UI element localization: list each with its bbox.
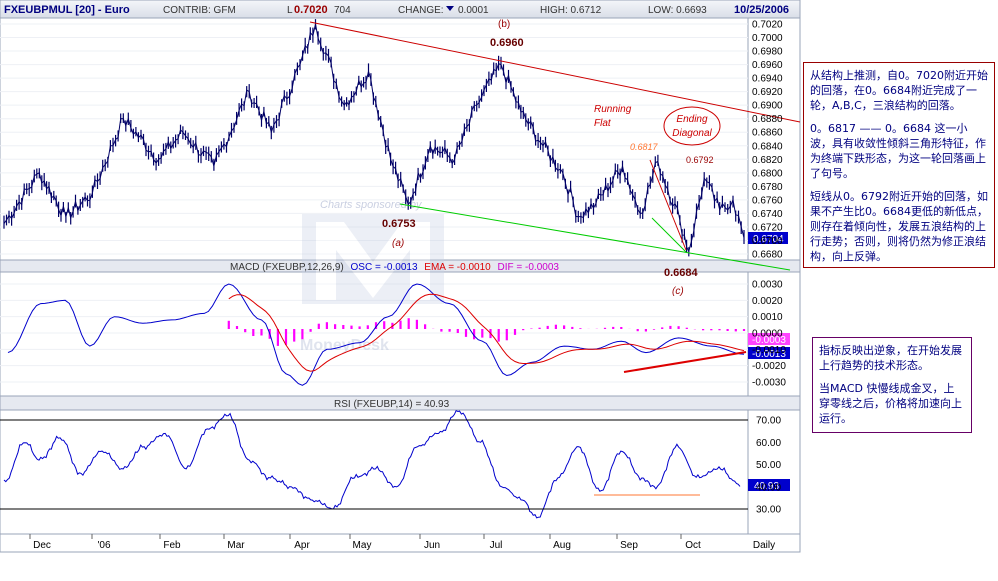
macd-ema: EMA = -0.0010 bbox=[424, 262, 491, 273]
macd-tick-label: -0.0010 bbox=[752, 345, 786, 356]
note1-para1: 从结构上推测，自0。7020附近开始的回落，在0。6684附近完成了一轮，A,B… bbox=[810, 69, 988, 112]
x-tick-label: Jul bbox=[490, 540, 503, 551]
macd-tick-label: 0.0030 bbox=[752, 280, 783, 291]
x-axis-bar bbox=[0, 533, 801, 553]
label-line: Running bbox=[594, 104, 632, 115]
label-c: (c) bbox=[672, 286, 684, 297]
price-tick-label: 0.7020 bbox=[752, 20, 783, 31]
macd-tick-label: -0.0020 bbox=[752, 361, 786, 372]
value-b: 0.6960 bbox=[490, 37, 524, 49]
price-tick-label: 0.6740 bbox=[752, 209, 783, 220]
price-tick-label: 0.6780 bbox=[752, 182, 783, 193]
x-tick-label: Aug bbox=[553, 540, 571, 551]
rsi-panel bbox=[0, 409, 801, 535]
change-value: 0.0001 bbox=[458, 5, 489, 16]
rsi-tick-label: 50.00 bbox=[756, 460, 781, 471]
x-tick-label: Jun bbox=[424, 540, 440, 551]
x-tick-label: Apr bbox=[294, 540, 310, 551]
price-tick-label: 0.6720 bbox=[752, 222, 783, 233]
price-tick-label: 0.7000 bbox=[752, 33, 783, 44]
label-line: Diagonal bbox=[672, 128, 712, 139]
price-tick-label: 0.6820 bbox=[752, 155, 783, 166]
high-label: HIGH: 0.6712 bbox=[540, 5, 602, 16]
macd-title: MACD (FXEUBP,12,26,9) OSC = -0.0013 EMA … bbox=[230, 262, 559, 273]
label-b: (b) bbox=[498, 19, 510, 30]
price-tick-label: 0.6840 bbox=[752, 141, 783, 152]
x-tick-label: Feb bbox=[163, 540, 181, 551]
price-tick-label: 0.6980 bbox=[752, 47, 783, 58]
note2-para1: 指标反映出逆象，在开始发展上行趋势的技术形态。 bbox=[819, 344, 962, 372]
note2-para2: 当MACD 快慢线成金叉，上穿零线之后，价格将加速向上运行。 bbox=[819, 382, 962, 425]
label-line: Flat bbox=[594, 118, 612, 129]
symbol-title: FXEUBPMUL [20] - Euro bbox=[4, 4, 130, 16]
price-tick-label: 0.6860 bbox=[752, 128, 783, 139]
x-tick-label: '06 bbox=[97, 540, 110, 551]
rsi-tick-label: 70.00 bbox=[756, 416, 781, 427]
price-tick-label: 0.6700 bbox=[752, 236, 783, 247]
label-line: Ending bbox=[676, 114, 708, 125]
price-tick-label: 0.6940 bbox=[752, 74, 783, 85]
macd-title-name: MACD (FXEUBP,12,26,9) bbox=[230, 262, 344, 273]
label-a: (a) bbox=[392, 238, 404, 249]
price-tick-label: 0.6920 bbox=[752, 87, 783, 98]
x-tick-label: Dec bbox=[33, 540, 51, 551]
macd-tick-label: 0.0000 bbox=[752, 329, 783, 340]
rsi-title: RSI (FXEUBP,14) = 40.93 bbox=[334, 399, 450, 410]
macd-osc: OSC = -0.0013 bbox=[351, 262, 418, 273]
price-tick-label: 0.6760 bbox=[752, 195, 783, 206]
price-tick-label: 0.6960 bbox=[752, 60, 783, 71]
rsi-tick-label: 40.00 bbox=[756, 482, 781, 493]
macd-tick-label: -0.0030 bbox=[752, 378, 786, 389]
price-tick-label: 0.6680 bbox=[752, 250, 783, 261]
macd-tick-label: 0.0010 bbox=[752, 312, 783, 323]
header-date: 10/25/2006 bbox=[734, 4, 789, 16]
value-a: 0.6753 bbox=[382, 218, 416, 230]
analysis-note-indicator: 指标反映出逆象，在开始发展上行趋势的技术形态。 当MACD 快慢线成金叉，上穿零… bbox=[812, 337, 972, 433]
chart-screenshot: FXEUBPMUL [20] - Euro CONTRIB: GFM L 0.7… bbox=[0, 0, 998, 576]
x-tick-label: Oct bbox=[685, 540, 701, 551]
price-tick-label: 0.6880 bbox=[752, 114, 783, 125]
x-tick-label: May bbox=[353, 540, 372, 551]
last-value: 0.7020 bbox=[294, 4, 328, 16]
low-label: LOW: 0.6693 bbox=[648, 5, 707, 16]
last-prefix: L bbox=[287, 5, 293, 16]
analysis-note-price: 从结构上推测，自0。7020附近开始的回落，在0。6684附近完成了一轮，A,B… bbox=[803, 62, 995, 268]
rsi-tick-label: 60.00 bbox=[756, 438, 781, 449]
value-6817: 0.6817 bbox=[630, 142, 659, 152]
price-tick-label: 0.6900 bbox=[752, 101, 783, 112]
price-tick-label: 0.6800 bbox=[752, 168, 783, 179]
contrib-label: CONTRIB: GFM bbox=[163, 5, 236, 16]
x-tick-label: Daily bbox=[753, 540, 775, 551]
value-6792: 0.6792 bbox=[686, 155, 714, 165]
last-extra: 704 bbox=[334, 5, 351, 16]
rsi-tick-label: 30.00 bbox=[756, 505, 781, 516]
x-tick-label: Mar bbox=[227, 540, 245, 551]
macd-tick-label: 0.0020 bbox=[752, 296, 783, 307]
value-c: 0.6684 bbox=[664, 267, 699, 279]
change-label: CHANGE: bbox=[398, 5, 444, 16]
macd-dif: DIF = -0.0003 bbox=[498, 262, 560, 273]
note1-para3: 短线从0。6792附近开始的回落，如果不产生比0。6684更低的新低点，则存在着… bbox=[810, 190, 988, 263]
x-tick-label: Sep bbox=[620, 540, 638, 551]
note1-para2: 0。6817 —— 0。6684 这一小波，具有收敛性倾斜三角形特征，作为终端下… bbox=[810, 122, 986, 180]
